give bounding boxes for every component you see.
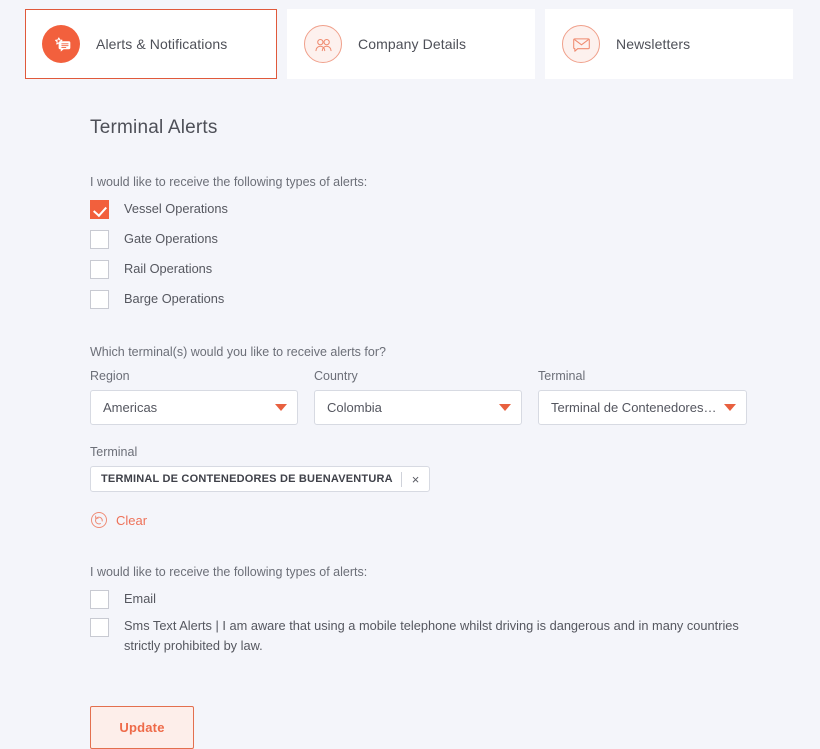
checkbox-label: Sms Text Alerts | I am aware that using … — [124, 618, 739, 653]
tab-label: Newsletters — [616, 36, 691, 52]
checkbox-label: Barge Operations — [124, 291, 225, 306]
selected-terminals-section: Terminal TERMINAL DE CONTENEDORES DE BUE… — [90, 445, 820, 492]
checkbox-input[interactable] — [90, 230, 109, 249]
tab-label: Alerts & Notifications — [96, 36, 228, 52]
chevron-down-icon — [275, 404, 287, 411]
terminal-filter: Terminal Terminal de Contenedores de… — [538, 369, 747, 425]
checkbox-input[interactable] — [90, 590, 109, 609]
checkbox-label: Rail Operations — [124, 261, 213, 276]
checkbox-input[interactable] — [90, 200, 109, 219]
alert-types-checkbox-group: Vessel Operations Gate Operations Rail O… — [90, 199, 820, 309]
chevron-down-icon — [499, 404, 511, 411]
terminal-chip: TERMINAL DE CONTENEDORES DE BUENAVENTURA… — [90, 466, 431, 492]
alerts-chat-star-icon — [42, 25, 80, 63]
close-icon[interactable]: × — [410, 473, 422, 486]
tab-label: Company Details — [358, 36, 467, 52]
region-filter: Region Americas — [90, 369, 298, 425]
tab-company-details[interactable]: Company Details — [287, 9, 535, 79]
checkbox-gate-operations[interactable]: Gate Operations — [90, 229, 820, 249]
terminal-alerts-form: Terminal Alerts I would like to receive … — [0, 117, 820, 749]
update-button[interactable]: Update — [90, 705, 194, 749]
delivery-types-checkbox-group: Email Sms Text Alerts | I am aware that … — [90, 589, 820, 656]
tab-alerts-notifications[interactable]: Alerts & Notifications — [25, 9, 277, 79]
checkbox-label: Gate Operations — [124, 231, 218, 246]
country-label: Country — [314, 369, 358, 383]
delivery-types-label: I would like to receive the following ty… — [90, 565, 368, 579]
region-label: Region — [90, 369, 130, 383]
clear-label: Clear — [116, 512, 148, 528]
checkbox-input[interactable] — [90, 260, 109, 279]
region-value: Americas — [103, 400, 158, 415]
country-select[interactable]: Colombia — [314, 390, 522, 425]
checkbox-label: Email — [124, 591, 156, 606]
country-filter: Country Colombia — [314, 369, 522, 425]
checkbox-input[interactable] — [90, 618, 109, 637]
clear-button[interactable]: Clear — [90, 511, 147, 529]
checkbox-sms-text-alerts[interactable]: Sms Text Alerts | I am aware that using … — [90, 617, 820, 656]
terminal-chip-label: TERMINAL DE CONTENEDORES DE BUENAVENTURA — [101, 473, 393, 485]
tab-bar: Alerts & Notifications Company Details N… — [0, 0, 820, 79]
selected-terminals-label: Terminal — [90, 445, 138, 459]
checkbox-vessel-operations[interactable]: Vessel Operations — [90, 199, 820, 219]
checkbox-label: Vessel Operations — [124, 201, 228, 216]
checkbox-input[interactable] — [90, 290, 109, 309]
terminal-select[interactable]: Terminal de Contenedores de… — [538, 390, 747, 425]
region-select[interactable]: Americas — [90, 390, 298, 425]
tab-newsletters[interactable]: Newsletters — [545, 9, 793, 79]
terminal-filters: Region Americas Country Colombia Termina… — [90, 369, 820, 425]
page-title: Terminal Alerts — [90, 117, 218, 138]
terminal-question-label: Which terminal(s) would you like to rece… — [90, 345, 386, 359]
chevron-down-icon — [724, 404, 736, 411]
country-value: Colombia — [327, 400, 382, 415]
terminal-label: Terminal — [538, 369, 586, 383]
envelope-icon — [562, 25, 600, 63]
checkbox-barge-operations[interactable]: Barge Operations — [90, 289, 820, 309]
terminal-value: Terminal de Contenedores de… — [551, 400, 718, 415]
chip-divider — [400, 471, 402, 487]
people-group-icon — [304, 25, 342, 63]
alert-types-label: I would like to receive the following ty… — [90, 175, 368, 189]
checkbox-rail-operations[interactable]: Rail Operations — [90, 259, 820, 279]
checkbox-email[interactable]: Email — [90, 589, 820, 609]
reset-circular-arrow-icon — [90, 511, 108, 529]
